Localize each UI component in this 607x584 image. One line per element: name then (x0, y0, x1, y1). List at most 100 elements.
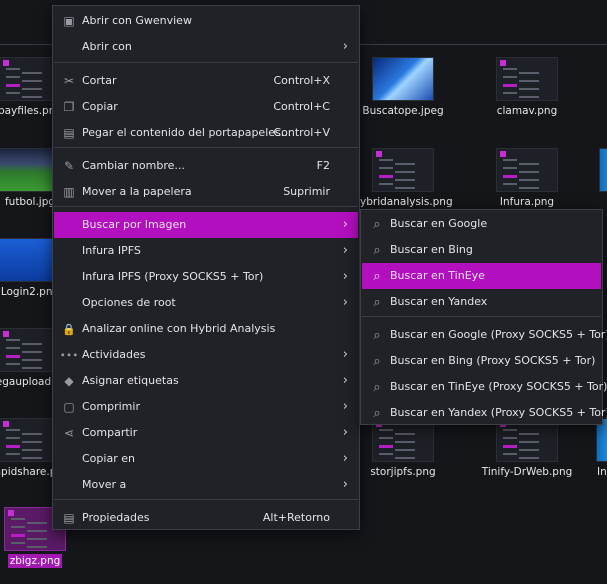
menu-item-activities[interactable]: ∙∙∙ Actividades › (54, 342, 358, 368)
thumb-line (22, 433, 42, 435)
search-icon: ⌕ (373, 379, 381, 395)
menu-item-label: Mover a (82, 478, 127, 491)
menu-item-properties[interactable]: ▤ Propiedades Alt+Retorno (54, 505, 358, 531)
menu-item-rename[interactable]: ✎ Cambiar nombre... F2 (54, 153, 358, 179)
menu-item-label: Infura IPFS (82, 244, 141, 257)
menu-item-open-gwenview[interactable]: ▣ Abrir con Gwenview (54, 8, 358, 34)
menu-item-move-to[interactable]: Mover a › (54, 472, 358, 498)
thumb-line (22, 80, 42, 82)
thumb-line (27, 530, 47, 532)
menu-separator (54, 499, 358, 500)
file-thumbnail (496, 148, 558, 192)
chevron-right-icon: › (342, 217, 348, 232)
thumb-line (6, 92, 20, 94)
menu-item-shortcut: Control+X (273, 74, 330, 87)
thumb-line (519, 187, 539, 189)
search-icon: ⌕ (373, 327, 381, 343)
thumb-line (519, 449, 539, 451)
menu-item-trash[interactable]: ▥ Mover a la papelera Suprimir (54, 179, 358, 205)
thumb-line (6, 84, 20, 87)
menu-separator (54, 206, 358, 207)
search-icon: ⌕ (373, 353, 381, 369)
submenu-item-label: Buscar en Google (Proxy SOCKS5 + Tor) (390, 328, 607, 341)
trash-icon: ▥ (63, 185, 75, 199)
thumb-line (11, 542, 25, 544)
search-icon: ⌕ (373, 268, 381, 284)
thumb-logo (376, 151, 382, 157)
menu-item-cut[interactable]: ✂ Cortar Control+X (54, 68, 358, 94)
thumb-line (519, 171, 539, 173)
menu-item-label: Compartir (82, 426, 138, 439)
menu-item-infura-ipfs[interactable]: Infura IPFS › (54, 238, 358, 264)
file-name: hybridanalysis.png (353, 196, 453, 208)
thumb-line (6, 363, 20, 365)
menu-item-tags[interactable]: ◆ Asignar etiquetas › (54, 368, 358, 394)
pencil-icon: ✎ (63, 159, 75, 173)
thumb-line (395, 433, 415, 435)
menu-item-copy[interactable]: ❐ Copiar Control+C (54, 94, 358, 120)
thumb-line (379, 183, 393, 185)
menu-item-compress[interactable]: ▢ Comprimir › (54, 394, 358, 420)
search-icon: ⌕ (373, 405, 381, 421)
menu-item-hybrid-analysis[interactable]: 🔒 Analizar online con Hybrid Analysis (54, 316, 358, 342)
thumb-line (503, 183, 517, 185)
menu-item-root-options[interactable]: Opciones de root › (54, 290, 358, 316)
thumb-line (379, 437, 393, 439)
file-name: Tinify-DrWeb.png (481, 466, 573, 478)
submenu-item-yandex[interactable]: ⌕ Buscar en Yandex (362, 289, 601, 315)
submenu-item-tineye-proxy[interactable]: ⌕ Buscar en TinEye (Proxy SOCKS5 + Tor) (362, 374, 607, 400)
thumb-line (503, 76, 517, 78)
dots-icon: ∙∙∙ (59, 349, 79, 361)
menu-item-copy-to[interactable]: Copiar en › (54, 446, 358, 472)
menu-item-label: Mover a la papelera (82, 185, 192, 198)
menu-item-share[interactable]: ⋖ Compartir › (54, 420, 358, 446)
menu-item-shortcut: F2 (316, 159, 330, 172)
menu-item-infura-ipfs-proxy[interactable]: Infura IPFS (Proxy SOCKS5 + Tor) › (54, 264, 358, 290)
thumb-line (519, 163, 539, 165)
thumb-line (503, 175, 517, 178)
thumb-line (503, 84, 517, 87)
tag-icon: ◆ (64, 374, 74, 388)
menu-item-label: Pegar el contenido del portapapeles... (82, 126, 292, 139)
thumb-line (519, 457, 539, 459)
submenu-item-google-proxy[interactable]: ⌕ Buscar en Google (Proxy SOCKS5 + Tor) (362, 322, 607, 348)
thumb-line (519, 433, 539, 435)
submenu-item-google[interactable]: ⌕ Buscar en Google (362, 211, 601, 237)
file-thumbnail (496, 57, 558, 101)
submenu-item-bing-proxy[interactable]: ⌕ Buscar en Bing (Proxy SOCKS5 + Tor) (362, 348, 601, 374)
properties-icon: ▤ (63, 511, 75, 525)
menu-item-paste[interactable]: ▤ Pegar el contenido del portapapeles... C… (54, 120, 358, 146)
thumb-line (395, 449, 415, 451)
thumb-line (22, 359, 42, 361)
menu-item-label: Cortar (82, 74, 117, 87)
menu-item-open-with[interactable]: Abrir con › (54, 34, 358, 60)
submenu-item-yandex-proxy[interactable]: ⌕ Buscar en Yandex (Proxy SOCKS5 + Tor) (362, 400, 607, 426)
thumb-line (11, 526, 25, 528)
thumb-logo (3, 331, 9, 337)
thumb-line (22, 351, 42, 353)
menu-item-shortcut: Alt+Retorno (262, 511, 330, 524)
file-name: clamav.png (496, 105, 558, 117)
context-menu: ▣ Abrir con Gwenview Abrir con › ✂ Cortar Cont… (52, 5, 360, 530)
thumb-line (6, 429, 20, 431)
menu-item-shortcut: Suprimir (283, 185, 330, 198)
thumb-line (6, 437, 20, 439)
thumb-line (6, 347, 20, 349)
menu-separator (54, 147, 358, 148)
thumb-line (6, 453, 20, 455)
menu-item-label: Comprimir (82, 400, 140, 413)
menu-item-label: Cambiar nombre... (82, 159, 185, 172)
thumb-line (22, 449, 42, 451)
submenu-item-bing[interactable]: ⌕ Buscar en Bing (362, 237, 601, 263)
menu-item-search-image[interactable]: Buscar por Imagen › (54, 212, 358, 238)
thumb-line (395, 179, 415, 181)
thumb-line (395, 187, 415, 189)
thumb-line (27, 538, 47, 540)
thumb-line (503, 437, 517, 439)
submenu-item-label: Buscar en Yandex (Proxy SOCKS5 + Tor) (390, 406, 607, 419)
thumb-line (503, 453, 517, 455)
thumb-logo (500, 60, 506, 66)
submenu-item-tineye[interactable]: ⌕ Buscar en TinEye (362, 263, 601, 289)
thumb-line (519, 80, 539, 82)
menu-item-label: Propiedades (82, 511, 150, 524)
